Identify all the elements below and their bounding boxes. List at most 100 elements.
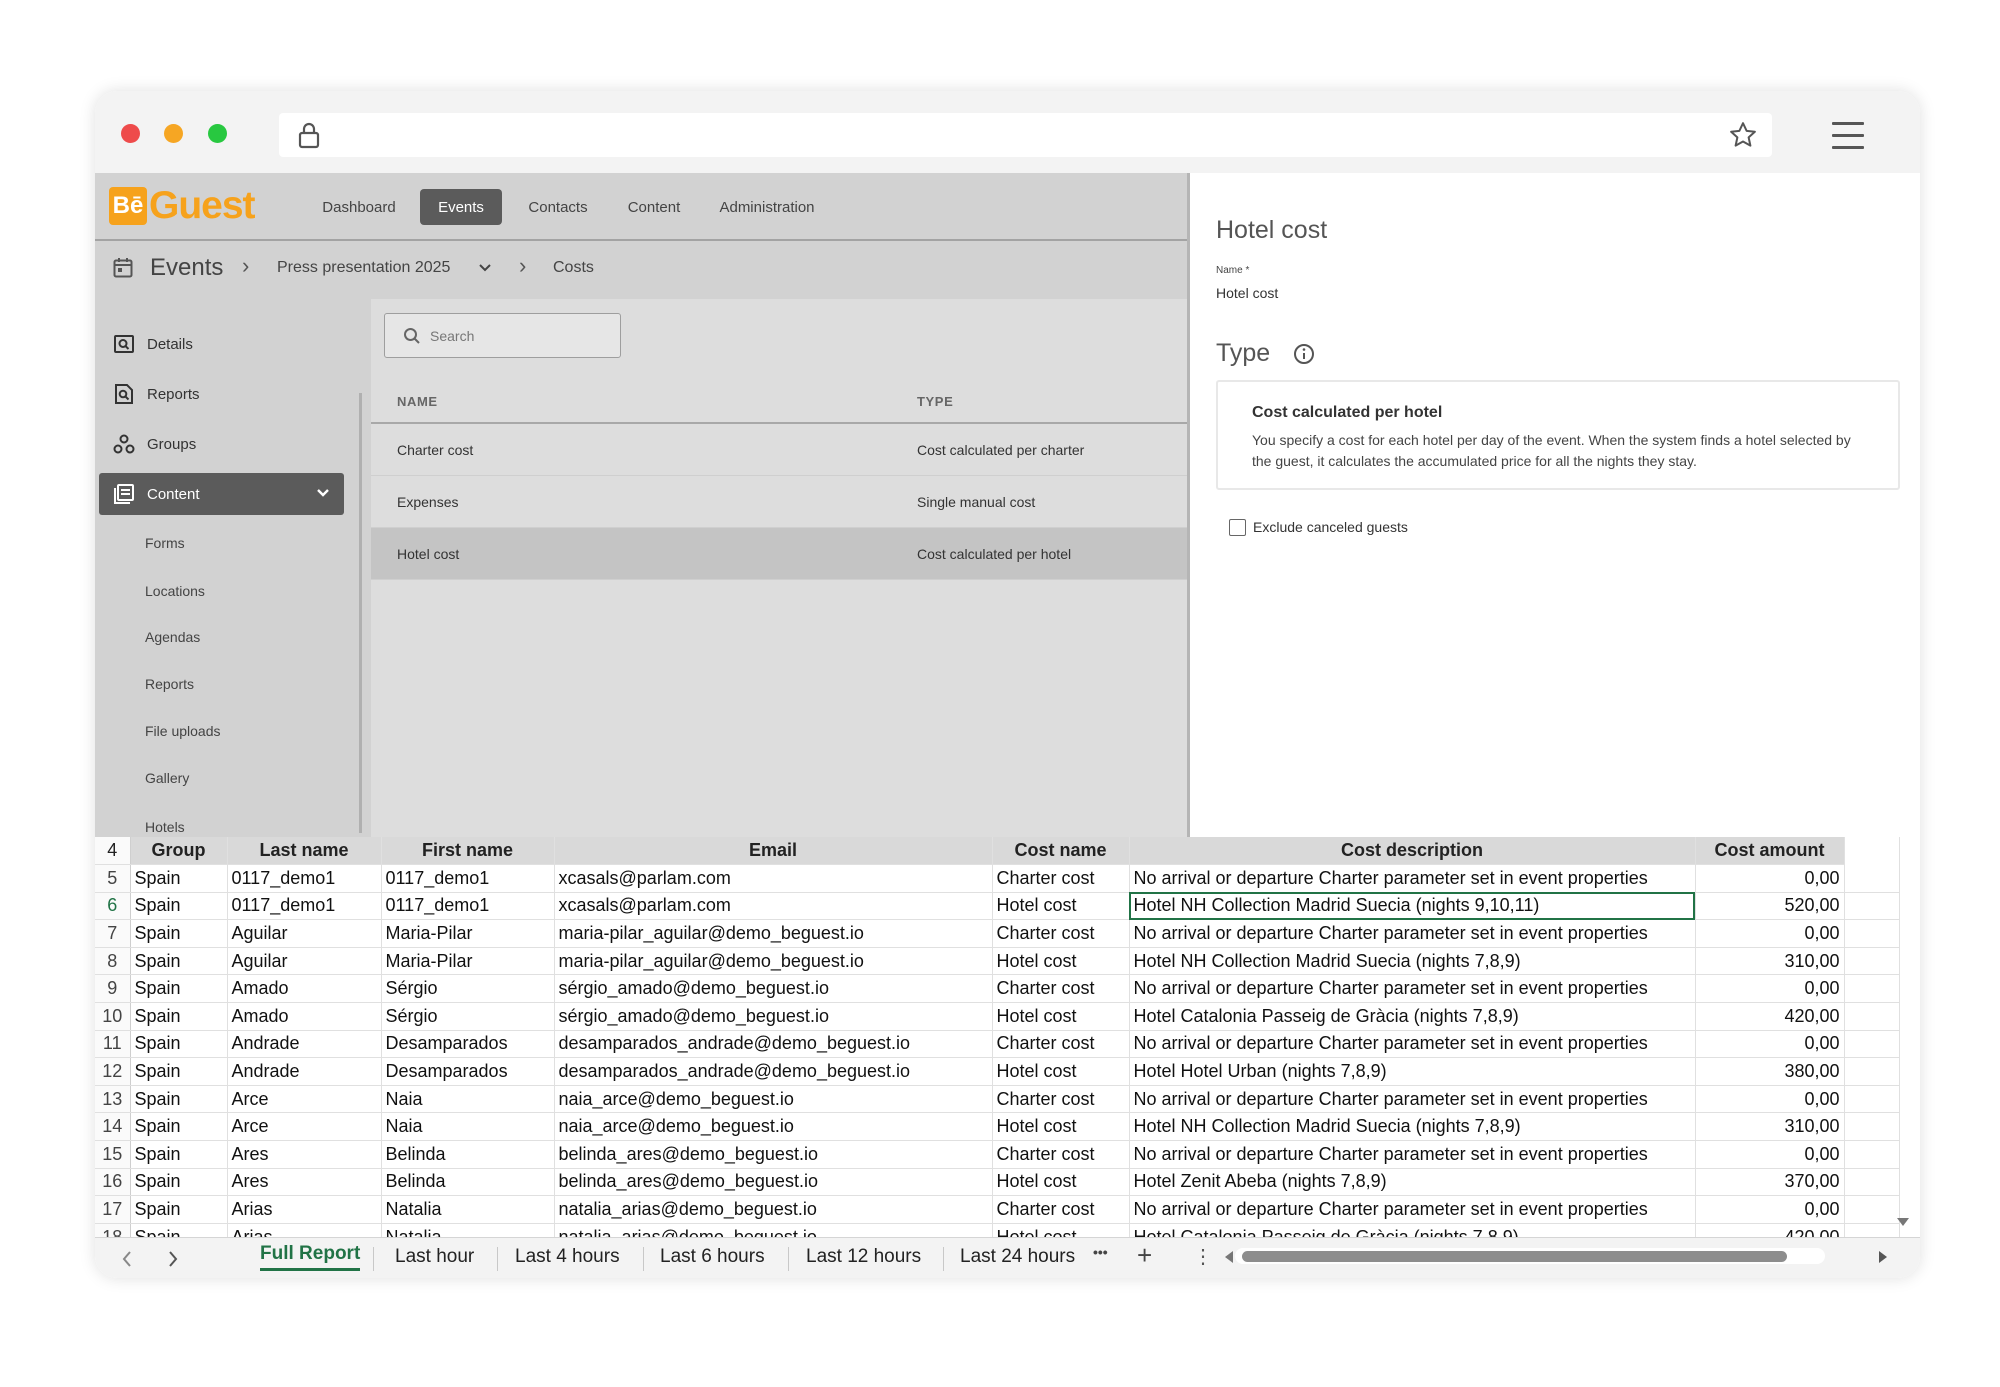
table-cell[interactable]: Spain [130,1085,228,1114]
table-cell[interactable]: Charter cost [992,864,1130,893]
table-cell[interactable]: 310,00 [1695,1112,1845,1142]
table-cell[interactable]: No arrival or departure Charter paramete… [1129,1085,1696,1114]
table-cell[interactable]: No arrival or departure Charter paramete… [1129,919,1696,948]
table-cell[interactable]: Hotel cost [992,1002,1130,1031]
sidebar-subitem-locations[interactable]: Locations [145,583,205,599]
sheet-tab-last-12-hours[interactable]: Last 12 hours [806,1246,921,1268]
table-cell[interactable]: Spain [130,1030,228,1059]
sidebar-scrollbar[interactable] [359,393,362,833]
cost-type-card[interactable]: Cost calculated per hotel You specify a … [1216,380,1900,490]
table-cell[interactable]: Amado [227,974,382,1004]
table-cell[interactable]: Hotel NH Collection Madrid Suecia (night… [1129,1112,1696,1142]
row-number[interactable]: 15 [95,1140,131,1169]
table-cell[interactable]: Hotel NH Collection Madrid Suecia (night… [1129,947,1696,976]
table-cell[interactable]: 0117_demo1 [227,864,382,893]
table-cell[interactable]: 0117_demo1 [381,892,555,921]
column-header[interactable]: Cost name [992,837,1130,866]
table-cell[interactable]: Hotel cost [992,892,1130,921]
table-cell[interactable]: Hotel NH Collection Madrid Suecia (night… [1129,892,1696,921]
nav-dashboard[interactable]: Dashboard [313,189,405,225]
table-cell[interactable]: 370,00 [1695,1168,1845,1197]
chevron-left-icon[interactable] [121,1250,133,1268]
sidebar-item-content[interactable]: Content [99,473,344,515]
table-cell[interactable]: Andrade [227,1057,382,1086]
row-number[interactable]: 11 [95,1030,131,1059]
window-maximize-button[interactable] [208,124,227,143]
scroll-down-icon[interactable] [1896,1217,1910,1227]
table-cell[interactable]: Spain [130,1195,228,1224]
sidebar-subitem-reports[interactable]: Reports [145,676,194,692]
table-cell[interactable]: natalia_arias@demo_beguest.io [554,1195,993,1224]
row-number[interactable]: 5 [95,864,131,893]
table-cell[interactable]: Aguilar [227,919,382,948]
table-cell[interactable]: Hotel Hotel Urban (nights 7,8,9) [1129,1057,1696,1086]
window-close-button[interactable] [121,124,140,143]
table-cell[interactable]: Maria-Pilar [381,947,555,976]
chevron-down-icon[interactable] [478,263,492,273]
table-cell[interactable]: Desamparados [381,1030,555,1059]
table-cell[interactable]: No arrival or departure Charter paramete… [1129,1195,1696,1224]
row-number[interactable]: 6 [95,892,131,921]
empty-cell[interactable] [1844,1140,1900,1169]
empty-cell[interactable] [1844,837,1900,865]
table-cell[interactable]: Maria-Pilar [381,919,555,948]
table-cell[interactable]: 0,00 [1695,1140,1845,1169]
exclude-canceled-checkbox[interactable] [1229,519,1246,536]
chevron-down-icon[interactable] [316,488,330,498]
table-cell[interactable]: Arce [227,1085,382,1114]
empty-cell[interactable] [1844,1168,1900,1197]
table-cell[interactable]: maria-pilar_aguilar@demo_beguest.io [554,947,993,976]
nav-events[interactable]: Events [420,189,502,225]
column-header[interactable]: Cost amount [1695,837,1845,866]
nav-administration[interactable]: Administration [707,189,827,225]
row-number[interactable]: 10 [95,1002,131,1031]
info-icon[interactable] [1293,343,1315,365]
table-cell[interactable]: sérgio_amado@demo_beguest.io [554,974,993,1004]
table-cell[interactable]: Spain [130,1168,228,1197]
table-cell[interactable]: Ares [227,1140,382,1169]
options-kebab-icon[interactable]: ⋮ [1193,1244,1213,1269]
table-cell[interactable]: Spain [130,919,228,948]
sidebar-item-details[interactable]: Details [99,323,344,365]
sidebar-item-groups[interactable]: Groups [99,423,344,465]
table-cell[interactable]: 0,00 [1695,1085,1845,1114]
table-cell[interactable]: Sérgio [381,1002,555,1031]
table-cell[interactable]: 420,00 [1695,1002,1845,1031]
table-cell[interactable]: Hotel cost [992,1057,1130,1086]
table-cell[interactable]: 310,00 [1695,947,1845,976]
sidebar-subitem-hotels[interactable]: Hotels [145,819,185,835]
table-cell[interactable]: Hotel Zenit Abeba (nights 7,8,9) [1129,1168,1696,1197]
table-cell[interactable]: desamparados_andrade@demo_beguest.io [554,1057,993,1086]
nav-content[interactable]: Content [615,189,693,225]
table-cell[interactable]: Spain [130,1057,228,1086]
browser-menu-icon[interactable] [1832,122,1864,158]
empty-cell[interactable] [1844,1002,1900,1031]
empty-cell[interactable] [1844,892,1900,921]
table-cell[interactable]: Charter cost [992,1030,1130,1059]
empty-cell[interactable] [1844,1030,1900,1059]
more-tabs-icon[interactable]: ••• [1093,1244,1108,1260]
table-cell[interactable]: No arrival or departure Charter paramete… [1129,974,1696,1004]
table-cell[interactable]: Amado [227,1002,382,1031]
row-number[interactable]: 7 [95,919,131,948]
empty-cell[interactable] [1844,1057,1900,1086]
bookmark-star-icon[interactable] [1728,120,1758,150]
table-cell[interactable]: Belinda [381,1140,555,1169]
list-row[interactable]: Charter cost Cost calculated per charter [371,424,1187,476]
table-cell[interactable]: No arrival or departure Charter paramete… [1129,1030,1696,1059]
table-cell[interactable]: Charter cost [992,1140,1130,1169]
table-cell[interactable]: Charter cost [992,1195,1130,1224]
column-header[interactable]: Last name [227,837,382,866]
table-cell[interactable]: No arrival or departure Charter paramete… [1129,864,1696,893]
empty-cell[interactable] [1844,947,1900,976]
table-cell[interactable]: belinda_ares@demo_beguest.io [554,1168,993,1197]
table-cell[interactable]: No arrival or departure Charter paramete… [1129,1140,1696,1169]
sheet-tab-last-6-hours[interactable]: Last 6 hours [660,1246,765,1268]
table-cell[interactable]: 520,00 [1695,892,1845,921]
empty-cell[interactable] [1844,919,1900,948]
chevron-right-icon[interactable] [167,1250,179,1268]
breadcrumb-event[interactable]: Press presentation 2025 [277,259,450,277]
table-cell[interactable]: Spain [130,864,228,893]
column-header-type[interactable]: TYPE [917,394,953,409]
table-cell[interactable]: Spain [130,1140,228,1169]
